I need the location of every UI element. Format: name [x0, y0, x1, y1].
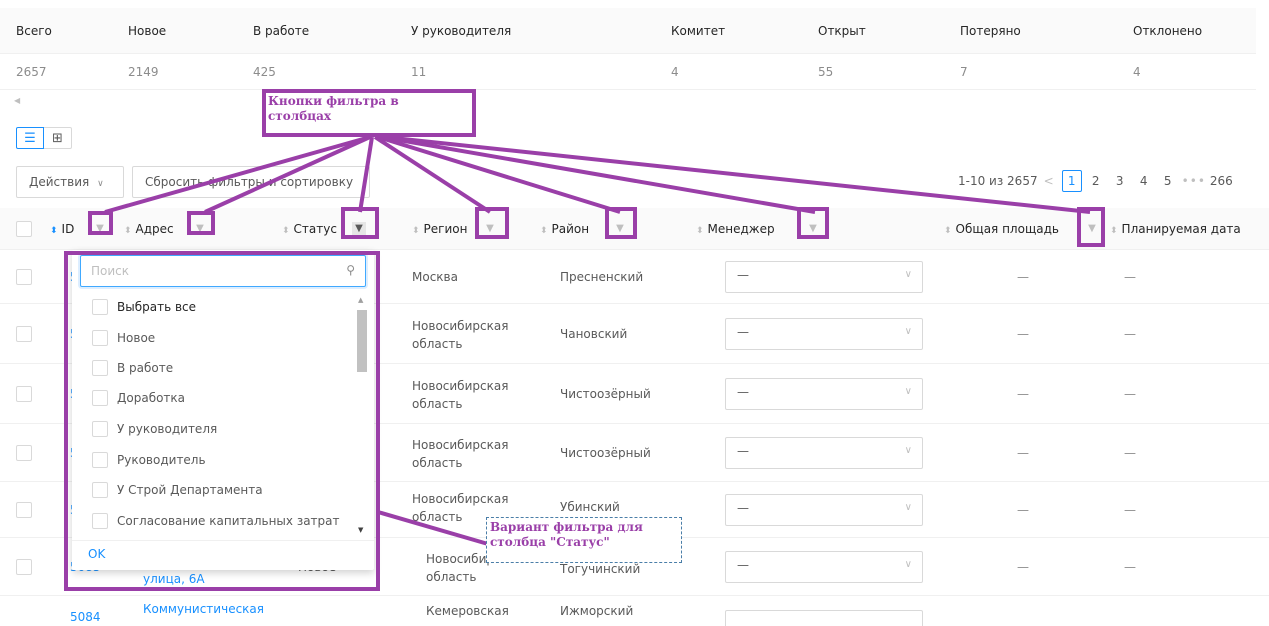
annotation-filter-buttons: Кнопки фильтра в столбцах — [262, 89, 476, 137]
annotation-line: Кнопки фильтра в — [268, 94, 399, 108]
highlight-filter-district — [605, 207, 637, 239]
annotation-line: столбцах — [268, 109, 332, 123]
highlight-status-dropdown — [64, 251, 380, 591]
highlight-filter-status — [341, 207, 379, 239]
highlight-filter-address — [187, 211, 215, 235]
annotation-line: столбца "Статус" — [490, 535, 610, 549]
annotation-line: Вариант фильтра для — [490, 520, 643, 534]
highlight-filter-manager — [797, 207, 829, 239]
highlight-filter-id — [88, 211, 113, 235]
highlight-filter-region — [475, 207, 509, 239]
annotation-status-filter: Вариант фильтра для столбца "Статус" — [486, 517, 682, 563]
highlight-filter-area — [1077, 207, 1105, 247]
